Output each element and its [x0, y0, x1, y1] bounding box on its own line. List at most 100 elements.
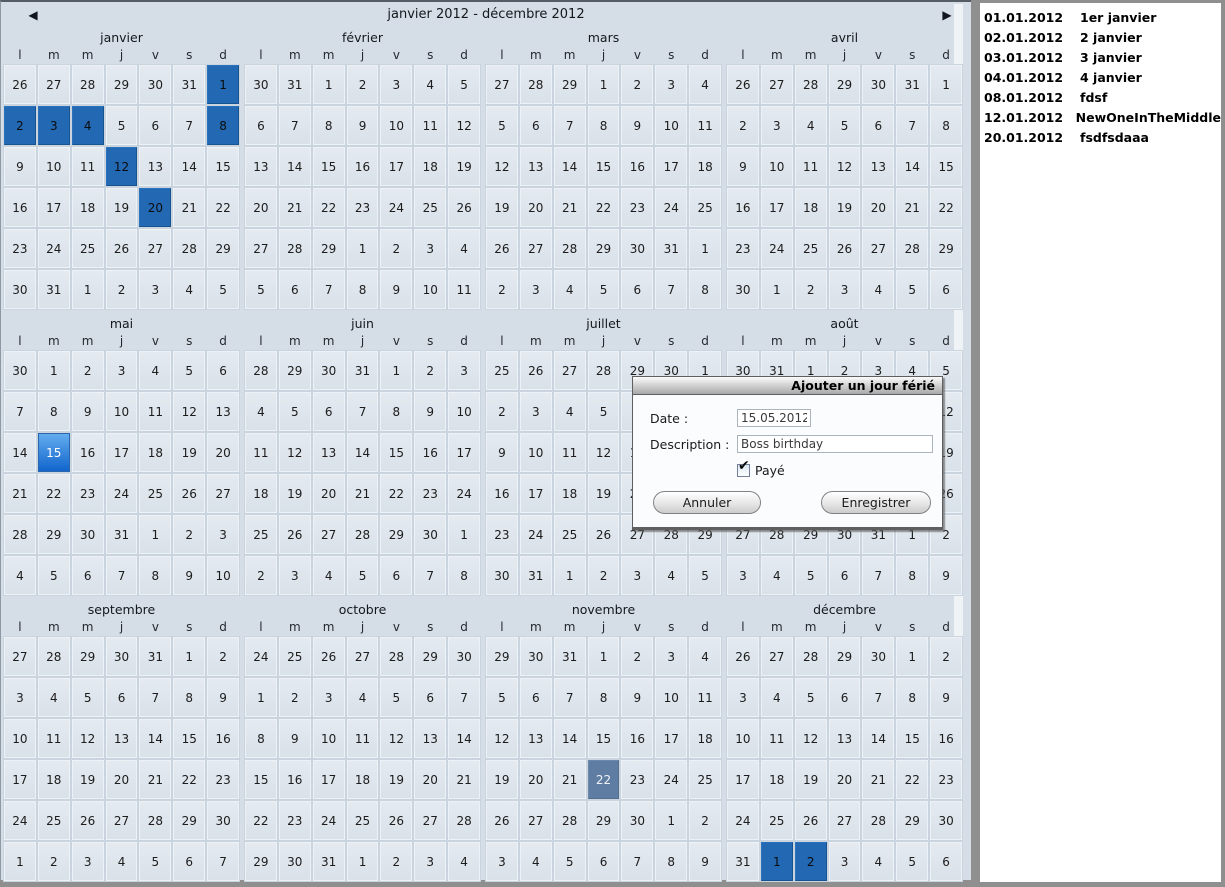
day-cell[interactable]: 5: [553, 842, 586, 881]
day-cell[interactable]: 24: [760, 229, 793, 268]
day-cell[interactable]: 25: [689, 188, 722, 227]
day-cell[interactable]: 5: [828, 106, 861, 145]
day-cell[interactable]: 2: [37, 842, 70, 881]
day-cell[interactable]: 29: [245, 842, 277, 881]
day-cell[interactable]: 27: [486, 65, 518, 104]
day-cell[interactable]: 7: [173, 106, 206, 145]
day-cell[interactable]: 1: [346, 842, 379, 881]
day-cell[interactable]: 5: [486, 106, 518, 145]
day-cell[interactable]: 22: [587, 188, 620, 227]
day-cell[interactable]: 23: [930, 760, 963, 799]
day-cell[interactable]: 4: [689, 637, 722, 676]
day-cell[interactable]: 29: [71, 637, 104, 676]
day-cell[interactable]: 9: [173, 556, 206, 595]
day-cell[interactable]: 9: [346, 106, 379, 145]
day-cell[interactable]: 7: [896, 106, 929, 145]
day-cell[interactable]: 13: [312, 433, 345, 472]
day-cell[interactable]: 21: [346, 474, 379, 513]
day-cell[interactable]: 3: [207, 515, 240, 554]
day-cell[interactable]: 1: [930, 65, 963, 104]
day-cell[interactable]: 26: [312, 637, 345, 676]
day-cell-today[interactable]: 22: [587, 760, 620, 799]
day-cell[interactable]: 28: [553, 801, 586, 840]
day-cell[interactable]: 31: [727, 842, 759, 881]
day-cell[interactable]: 5: [896, 270, 929, 309]
day-cell[interactable]: 25: [760, 801, 793, 840]
day-cell[interactable]: 9: [930, 678, 963, 717]
day-cell[interactable]: 2: [486, 270, 518, 309]
day-cell[interactable]: 28: [587, 351, 620, 390]
day-cell[interactable]: 4: [139, 351, 172, 390]
day-cell[interactable]: 26: [448, 188, 481, 227]
day-cell[interactable]: 7: [862, 556, 895, 595]
day-cell[interactable]: 6: [519, 678, 552, 717]
day-cell[interactable]: 6: [105, 678, 138, 717]
day-cell-holiday[interactable]: 12: [105, 147, 138, 186]
day-cell[interactable]: 28: [448, 801, 481, 840]
day-cell[interactable]: 3: [312, 678, 345, 717]
day-cell[interactable]: 19: [448, 147, 481, 186]
day-cell[interactable]: 3: [760, 106, 793, 145]
day-cell[interactable]: 26: [727, 65, 759, 104]
day-cell[interactable]: 29: [414, 637, 447, 676]
day-cell[interactable]: 8: [587, 106, 620, 145]
day-cell[interactable]: 17: [519, 474, 552, 513]
day-cell[interactable]: 20: [519, 188, 552, 227]
day-cell[interactable]: 20: [414, 760, 447, 799]
day-cell[interactable]: 1: [312, 65, 345, 104]
day-cell[interactable]: 23: [278, 801, 311, 840]
day-cell[interactable]: 10: [519, 433, 552, 472]
day-cell[interactable]: 10: [760, 147, 793, 186]
day-cell[interactable]: 30: [621, 801, 654, 840]
day-cell[interactable]: 14: [278, 147, 311, 186]
day-cell[interactable]: 22: [930, 188, 963, 227]
day-cell[interactable]: 6: [828, 556, 861, 595]
day-cell-holiday[interactable]: 1: [760, 842, 793, 881]
day-cell[interactable]: 1: [448, 515, 481, 554]
day-cell[interactable]: 6: [519, 106, 552, 145]
day-cell[interactable]: 8: [930, 106, 963, 145]
day-cell[interactable]: 4: [105, 842, 138, 881]
day-cell[interactable]: 2: [621, 637, 654, 676]
day-cell[interactable]: 4: [760, 678, 793, 717]
day-cell[interactable]: 14: [346, 433, 379, 472]
day-cell[interactable]: 2: [380, 229, 413, 268]
day-cell[interactable]: 10: [207, 556, 240, 595]
day-cell[interactable]: 8: [689, 270, 722, 309]
day-cell[interactable]: 1: [587, 637, 620, 676]
day-cell[interactable]: 29: [930, 229, 963, 268]
day-cell[interactable]: 29: [105, 65, 138, 104]
day-cell[interactable]: 5: [896, 842, 929, 881]
day-cell[interactable]: 3: [519, 270, 552, 309]
day-cell[interactable]: 25: [689, 760, 722, 799]
day-cell[interactable]: 30: [448, 637, 481, 676]
day-cell[interactable]: 2: [486, 392, 518, 431]
day-cell[interactable]: 5: [139, 842, 172, 881]
day-cell[interactable]: 5: [794, 556, 827, 595]
day-cell[interactable]: 2: [207, 637, 240, 676]
day-cell[interactable]: 17: [727, 760, 759, 799]
day-cell[interactable]: 28: [245, 351, 277, 390]
day-cell[interactable]: 19: [587, 474, 620, 513]
day-cell[interactable]: 4: [519, 842, 552, 881]
day-cell[interactable]: 14: [553, 147, 586, 186]
day-cell[interactable]: 23: [207, 760, 240, 799]
day-cell[interactable]: 28: [553, 229, 586, 268]
day-cell[interactable]: 1: [346, 229, 379, 268]
day-cell[interactable]: 7: [862, 678, 895, 717]
day-cell[interactable]: 1: [71, 270, 104, 309]
day-cell[interactable]: 8: [312, 106, 345, 145]
day-cell[interactable]: 9: [621, 106, 654, 145]
day-cell[interactable]: 6: [414, 678, 447, 717]
day-cell[interactable]: 28: [4, 515, 36, 554]
day-cell[interactable]: 11: [245, 433, 277, 472]
day-cell[interactable]: 24: [727, 801, 759, 840]
day-cell[interactable]: 13: [207, 392, 240, 431]
day-cell[interactable]: 15: [173, 719, 206, 758]
day-cell[interactable]: 30: [930, 801, 963, 840]
day-cell[interactable]: 16: [71, 433, 104, 472]
day-cell[interactable]: 27: [105, 801, 138, 840]
day-cell[interactable]: 5: [380, 678, 413, 717]
day-cell[interactable]: 24: [655, 760, 688, 799]
day-cell[interactable]: 5: [486, 678, 518, 717]
